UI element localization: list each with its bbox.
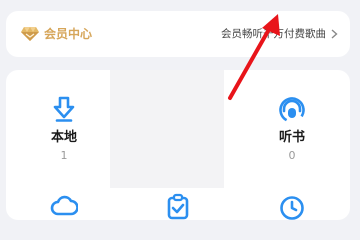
vip-center-bar[interactable]: 会员中心 会员畅听千万付费歌曲 — [6, 11, 350, 57]
tile-audiobooks-count: 0 — [288, 149, 296, 162]
vip-center-title: 会员中心 — [44, 27, 93, 41]
tile-local[interactable]: 本地 1 — [6, 70, 122, 170]
blank-panel — [110, 70, 224, 188]
history-clock-icon — [280, 196, 304, 220]
tile-cloud[interactable] — [6, 180, 122, 220]
cloud-icon — [50, 195, 78, 216]
vip-gem-icon — [21, 27, 39, 41]
tile-local-label: 本地 — [50, 130, 77, 145]
tile-history[interactable] — [234, 180, 350, 220]
tile-audiobooks-label: 听书 — [278, 130, 305, 145]
headphones-icon — [279, 97, 305, 123]
purchased-icon — [167, 193, 189, 220]
download-icon — [53, 96, 75, 122]
tile-audiobooks[interactable]: 听书 0 — [234, 70, 350, 170]
vip-promo-text: 会员畅听千万付费歌曲 — [221, 28, 326, 40]
chevron-right-icon — [331, 29, 338, 39]
tile-local-count: 1 — [60, 149, 68, 162]
